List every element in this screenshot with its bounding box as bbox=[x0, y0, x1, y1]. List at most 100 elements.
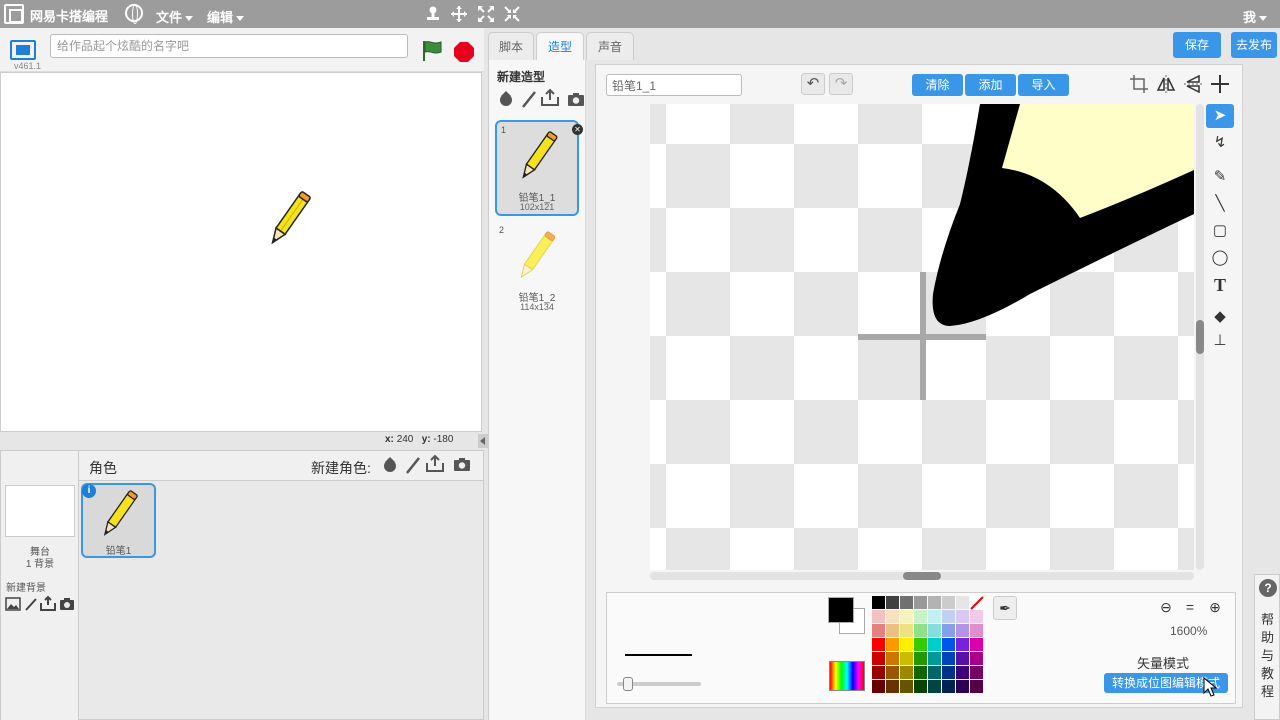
undo-button[interactable]: ↶ bbox=[801, 73, 825, 95]
palette-swatch[interactable] bbox=[942, 652, 955, 665]
upload-costume-icon[interactable] bbox=[540, 88, 560, 106]
camera-backdrop-icon[interactable] bbox=[59, 597, 75, 611]
paint-sprite-icon[interactable] bbox=[405, 456, 421, 474]
clear-button[interactable]: 清除 bbox=[912, 74, 963, 96]
backdrop-library-icon[interactable] bbox=[5, 597, 21, 611]
import-button[interactable]: 导入 bbox=[1018, 74, 1069, 96]
zoom-out-button[interactable]: ⊖ bbox=[1156, 597, 1176, 617]
publish-button[interactable]: 去发布 bbox=[1231, 32, 1277, 58]
palette-swatch[interactable] bbox=[872, 610, 885, 623]
eyedropper-button[interactable]: ✒ bbox=[993, 596, 1017, 620]
tab-costumes[interactable]: 造型 bbox=[536, 32, 584, 61]
presentation-mode-icon[interactable] bbox=[10, 40, 36, 60]
app-logo-icon[interactable] bbox=[4, 4, 24, 24]
rectangle-tool[interactable]: ▢ bbox=[1206, 219, 1234, 243]
palette-swatch[interactable] bbox=[956, 638, 969, 651]
palette-swatch[interactable] bbox=[900, 610, 913, 623]
menu-edit[interactable]: 编辑 bbox=[207, 7, 245, 26]
text-tool[interactable]: T bbox=[1206, 273, 1234, 297]
palette-swatch[interactable] bbox=[886, 596, 899, 609]
palette-swatch[interactable] bbox=[872, 666, 885, 679]
paint-backdrop-icon[interactable] bbox=[24, 597, 38, 611]
palette-swatch[interactable] bbox=[928, 610, 941, 623]
flip-horizontal-icon[interactable] bbox=[1155, 73, 1177, 95]
user-menu[interactable]: 我 bbox=[1243, 7, 1268, 26]
palette-swatch[interactable] bbox=[900, 666, 913, 679]
palette-swatch[interactable] bbox=[942, 596, 955, 609]
collapse-stage-icon[interactable] bbox=[478, 434, 488, 448]
redo-button[interactable]: ↷ bbox=[829, 73, 853, 95]
palette-swatch[interactable] bbox=[970, 610, 983, 623]
upload-sprite-icon[interactable] bbox=[425, 454, 445, 472]
palette-swatch[interactable] bbox=[928, 680, 941, 693]
zoom-in-button[interactable]: ⊕ bbox=[1205, 597, 1225, 617]
crop-icon[interactable] bbox=[1128, 73, 1150, 95]
vertical-scroll-thumb[interactable] bbox=[1196, 320, 1204, 354]
pencil-tool[interactable]: ✎ bbox=[1206, 165, 1234, 189]
sprite-library-icon[interactable] bbox=[381, 456, 399, 474]
palette-swatch[interactable] bbox=[942, 680, 955, 693]
set-center-icon[interactable] bbox=[1209, 73, 1231, 95]
project-title-input[interactable] bbox=[50, 34, 408, 58]
palette-swatch[interactable] bbox=[928, 596, 941, 609]
horizontal-scroll-thumb[interactable] bbox=[903, 572, 941, 580]
palette-swatch[interactable] bbox=[900, 680, 913, 693]
primary-color-swatch[interactable] bbox=[828, 597, 854, 623]
palette-swatch[interactable] bbox=[942, 610, 955, 623]
palette-swatch[interactable] bbox=[872, 652, 885, 665]
camera-costume-icon[interactable] bbox=[567, 92, 585, 107]
flip-vertical-icon[interactable] bbox=[1182, 73, 1204, 95]
palette-swatch[interactable] bbox=[970, 638, 983, 651]
pencil-sprite[interactable] bbox=[261, 188, 317, 252]
palette-swatch[interactable] bbox=[872, 596, 885, 609]
save-button[interactable]: 保存 bbox=[1173, 32, 1221, 58]
fill-tool[interactable]: ◆ bbox=[1206, 305, 1234, 329]
palette-swatch[interactable] bbox=[956, 652, 969, 665]
palette-swatch[interactable] bbox=[914, 624, 927, 637]
select-tool[interactable]: ➤ bbox=[1206, 104, 1234, 128]
palette-swatch[interactable] bbox=[900, 624, 913, 637]
info-icon[interactable]: i bbox=[82, 484, 96, 498]
palette-swatch[interactable] bbox=[886, 638, 899, 651]
duplicate-tool[interactable]: ⊥ bbox=[1206, 329, 1234, 353]
palette-swatch[interactable] bbox=[928, 638, 941, 651]
help-icon[interactable]: ? bbox=[1259, 579, 1277, 597]
palette-swatch[interactable] bbox=[956, 680, 969, 693]
costume-canvas[interactable] bbox=[650, 104, 1194, 570]
menu-file[interactable]: 文件 bbox=[156, 7, 194, 26]
costume-item[interactable]: 1 ✕ 铅笔1_1 102x121 bbox=[495, 120, 583, 216]
stage-canvas[interactable] bbox=[0, 72, 482, 432]
tab-sounds[interactable]: 声音 bbox=[586, 32, 634, 60]
line-width-slider-knob[interactable] bbox=[623, 677, 633, 691]
palette-swatch[interactable] bbox=[956, 610, 969, 623]
transparent-color-icon[interactable] bbox=[970, 596, 984, 610]
palette-swatch[interactable] bbox=[928, 652, 941, 665]
camera-sprite-icon[interactable] bbox=[453, 457, 471, 472]
palette-swatch[interactable] bbox=[956, 624, 969, 637]
tab-scripts[interactable]: 脚本 bbox=[488, 32, 534, 60]
help-tutorial-panel[interactable]: ? 帮助与教程 bbox=[1254, 574, 1280, 720]
palette-swatch[interactable] bbox=[872, 624, 885, 637]
palette-swatch[interactable] bbox=[900, 652, 913, 665]
palette-swatch[interactable] bbox=[886, 624, 899, 637]
add-button[interactable]: 添加 bbox=[965, 74, 1016, 96]
app-name[interactable]: 网易卡搭编程 bbox=[30, 6, 108, 25]
stop-sign-icon[interactable] bbox=[454, 42, 474, 62]
green-flag-icon[interactable] bbox=[420, 39, 444, 63]
stage-thumbnail[interactable] bbox=[5, 485, 75, 537]
ellipse-tool[interactable]: ◯ bbox=[1206, 246, 1234, 270]
palette-swatch[interactable] bbox=[886, 666, 899, 679]
palette-swatch[interactable] bbox=[928, 624, 941, 637]
reshape-tool[interactable]: ↯ bbox=[1206, 131, 1234, 155]
palette-swatch[interactable] bbox=[872, 680, 885, 693]
palette-swatch[interactable] bbox=[872, 638, 885, 651]
language-globe-icon[interactable] bbox=[125, 4, 143, 24]
palette-swatch[interactable] bbox=[886, 680, 899, 693]
stamp-duplicate-icon[interactable] bbox=[424, 5, 442, 23]
sprite-item[interactable]: i 铅笔1 bbox=[81, 483, 156, 558]
palette-swatch[interactable] bbox=[900, 596, 913, 609]
palette-swatch[interactable] bbox=[886, 652, 899, 665]
palette-swatch[interactable] bbox=[970, 624, 983, 637]
palette-swatch[interactable] bbox=[942, 624, 955, 637]
palette-swatch[interactable] bbox=[914, 666, 927, 679]
